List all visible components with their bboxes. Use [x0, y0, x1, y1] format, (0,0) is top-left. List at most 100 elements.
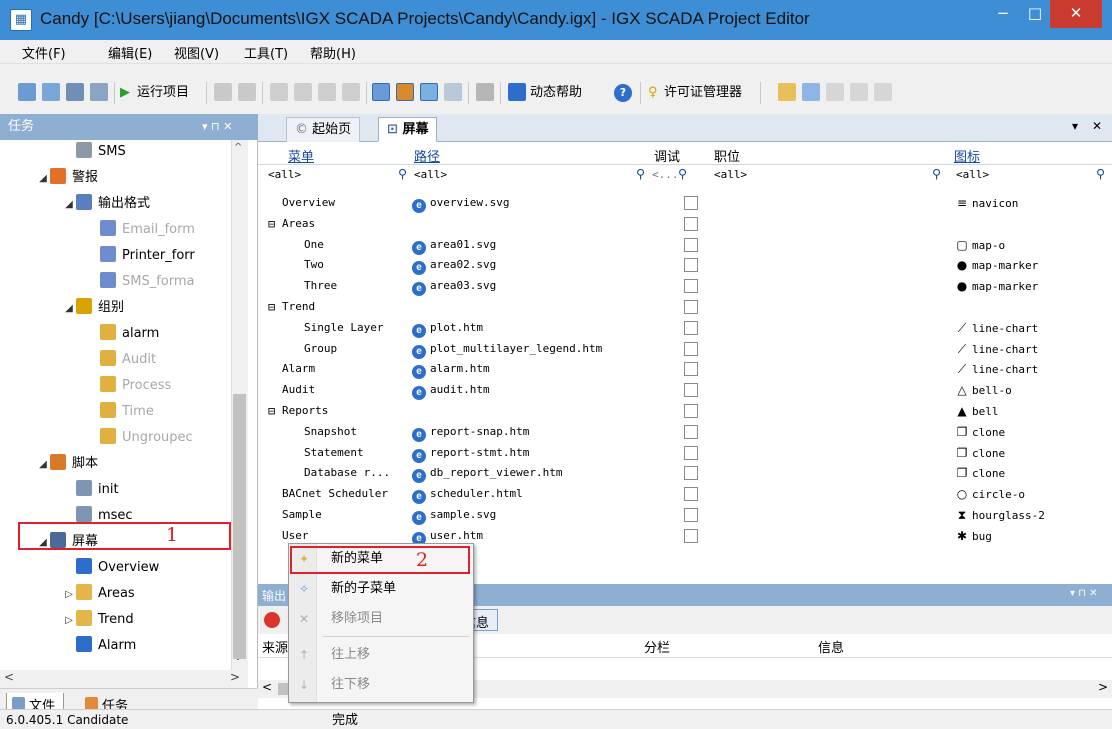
- errors-filter-icon[interactable]: [264, 612, 280, 628]
- filter-debug[interactable]: <...: [652, 168, 679, 181]
- menu-file[interactable]: 文件(F): [22, 43, 66, 62]
- close-document-icon[interactable]: ✕: [1092, 119, 1102, 133]
- ctx-move-down[interactable]: ↓ 往下移: [289, 673, 473, 697]
- filter-icon[interactable]: <all>: [956, 168, 989, 181]
- column-header-menu[interactable]: 菜单: [288, 146, 314, 165]
- column-header-path[interactable]: 路径: [414, 146, 440, 165]
- debug-checkbox[interactable]: [684, 404, 698, 418]
- grid-row[interactable]: Group e plot_multilayer_legend.htm ⟋ line-ch…: [266, 340, 1112, 359]
- help-icon[interactable]: ?: [614, 84, 632, 102]
- debug-checkbox[interactable]: [684, 279, 698, 294]
- ctx-new-submenu[interactable]: ✧ 新的子菜单: [289, 577, 473, 601]
- grid-row[interactable]: Snapshot e report-snap.htm ❐ clone: [266, 423, 1112, 442]
- column-header-debug[interactable]: 调试: [654, 146, 680, 165]
- output-panel-controls[interactable]: ▾ ⊓ ✕: [1070, 588, 1098, 599]
- delete-icon[interactable]: [342, 83, 360, 101]
- undo-icon[interactable]: [214, 83, 232, 101]
- tasks-view-icon[interactable]: [372, 83, 390, 101]
- tree-item[interactable]: ◢ 警报: [36, 166, 98, 190]
- copy-icon[interactable]: [294, 83, 312, 101]
- tree-scroll-thumb[interactable]: [233, 394, 246, 659]
- debug-checkbox[interactable]: [684, 320, 698, 335]
- panel-controls[interactable]: ▾ ⊓ ✕: [202, 114, 232, 140]
- save-icon[interactable]: [66, 83, 84, 101]
- title-bar[interactable]: ▦ Candy [C:\Users\jiang\Documents\IGX SC…: [0, 0, 1112, 40]
- tree-item[interactable]: Alarm: [62, 634, 136, 658]
- output-col-source[interactable]: 来源: [262, 637, 288, 656]
- column-header-icon[interactable]: 图标: [954, 146, 980, 165]
- row-collapse-icon[interactable]: ⊟: [268, 402, 275, 420]
- run-icon[interactable]: ▶: [120, 82, 130, 104]
- menu-view[interactable]: 视图(V): [174, 43, 219, 62]
- debug-checkbox[interactable]: [684, 341, 698, 356]
- properties-view-icon[interactable]: [420, 83, 438, 101]
- grid-row[interactable]: Database r... e db_report_viewer.htm ❐ clone: [266, 464, 1112, 484]
- filter-path-search-icon[interactable]: ⚲: [636, 166, 645, 181]
- tree-item[interactable]: init: [62, 478, 119, 502]
- move-down-icon[interactable]: [874, 83, 892, 101]
- column-header-position[interactable]: 职位: [714, 146, 740, 165]
- tab-screen[interactable]: ⊡ 屏幕: [378, 117, 438, 142]
- debug-checkbox[interactable]: [684, 237, 698, 252]
- tree-item[interactable]: ◢ 组别: [62, 296, 124, 320]
- output-scroll-left-icon[interactable]: <: [262, 680, 272, 694]
- new-menu-icon[interactable]: [778, 83, 796, 101]
- grid-row[interactable]: Audit e audit.htm △ bell-o: [266, 381, 1112, 401]
- menu-tools[interactable]: 工具(T): [244, 43, 288, 62]
- tree-toggle-icon[interactable]: ◢: [62, 193, 76, 217]
- debug-checkbox[interactable]: [684, 383, 698, 398]
- tree-item[interactable]: Time: [86, 400, 154, 424]
- tree-item[interactable]: ▷ Areas: [62, 582, 135, 606]
- scroll-right-arrow-icon[interactable]: >: [230, 670, 240, 684]
- tree-toggle-icon[interactable]: ◢: [36, 167, 50, 191]
- filter-menu-search-icon[interactable]: ⚲: [398, 166, 407, 181]
- grid-row[interactable]: ⊟ Areas: [266, 215, 1112, 233]
- debug-checkbox[interactable]: [684, 424, 698, 439]
- tree-toggle-icon[interactable]: ▷: [62, 609, 76, 633]
- minimize-button[interactable]: −: [988, 0, 1018, 28]
- new-submenu-icon[interactable]: [802, 83, 820, 101]
- output-col-column[interactable]: 分栏: [644, 637, 670, 656]
- tree-item[interactable]: Overview: [62, 556, 159, 580]
- grid-row[interactable]: BACnet Scheduler e scheduler.html ○ circle-o: [266, 485, 1112, 505]
- grid-row[interactable]: Three e area03.svg ● map-marker: [266, 277, 1112, 297]
- paste-icon[interactable]: [318, 83, 336, 101]
- tree-item[interactable]: ◢ 脚本: [36, 452, 98, 476]
- grid-row[interactable]: Alarm e alarm.htm ⟋ line-chart: [266, 360, 1112, 380]
- run-project-button[interactable]: 运行项目: [137, 82, 189, 104]
- tree-item[interactable]: SMS: [62, 140, 126, 164]
- grid-row[interactable]: Single Layer e plot.htm ⟋ line-chart: [266, 319, 1112, 338]
- grid-row[interactable]: Overview e overview.svg ≡ navicon: [266, 194, 1112, 213]
- output-col-info[interactable]: 信息: [818, 637, 844, 656]
- ctx-move-up[interactable]: ↑ 往上移: [289, 643, 473, 667]
- filter-path[interactable]: <all>: [414, 168, 447, 181]
- close-button[interactable]: ✕: [1050, 0, 1102, 28]
- license-manager-button[interactable]: 许可证管理器: [664, 82, 742, 104]
- tree-item[interactable]: alarm: [86, 322, 159, 346]
- debug-checkbox[interactable]: [684, 196, 698, 210]
- grid-row[interactable]: ⊟ Trend: [266, 298, 1112, 316]
- tree-item[interactable]: Email_form: [86, 218, 195, 242]
- debug-checkbox[interactable]: [684, 487, 698, 502]
- grid-row[interactable]: Sample e sample.svg ⧗ hourglass-2: [266, 506, 1112, 525]
- debug-checkbox[interactable]: [684, 258, 698, 273]
- debug-checkbox[interactable]: [684, 528, 698, 543]
- menu-edit[interactable]: 编辑(E): [108, 43, 152, 62]
- open-project-icon[interactable]: [42, 83, 60, 101]
- move-up-icon[interactable]: [850, 83, 868, 101]
- filter-menu[interactable]: <all>: [268, 168, 301, 181]
- grid-row[interactable]: One e area01.svg ▢ map-o: [266, 236, 1112, 255]
- cut-icon[interactable]: [270, 83, 288, 101]
- tree-item[interactable]: SMS_forma: [86, 270, 195, 294]
- tree-toggle-icon[interactable]: ▷: [62, 583, 76, 607]
- filter-position[interactable]: <all>: [714, 168, 747, 181]
- tree-item[interactable]: ◢ 输出格式: [62, 192, 150, 216]
- ctx-remove-item[interactable]: ✕ 移除项目: [289, 607, 473, 631]
- pin-icon[interactable]: [476, 83, 494, 101]
- maximize-button[interactable]: □: [1020, 0, 1050, 28]
- debug-checkbox[interactable]: [684, 216, 698, 231]
- license-icon[interactable]: ♀: [648, 82, 658, 104]
- grid-row[interactable]: Statement e report-stmt.htm ❐ clone: [266, 444, 1112, 463]
- filter-position-search-icon[interactable]: ⚲: [932, 166, 941, 181]
- dynamic-help-button[interactable]: 动态帮助: [530, 82, 582, 104]
